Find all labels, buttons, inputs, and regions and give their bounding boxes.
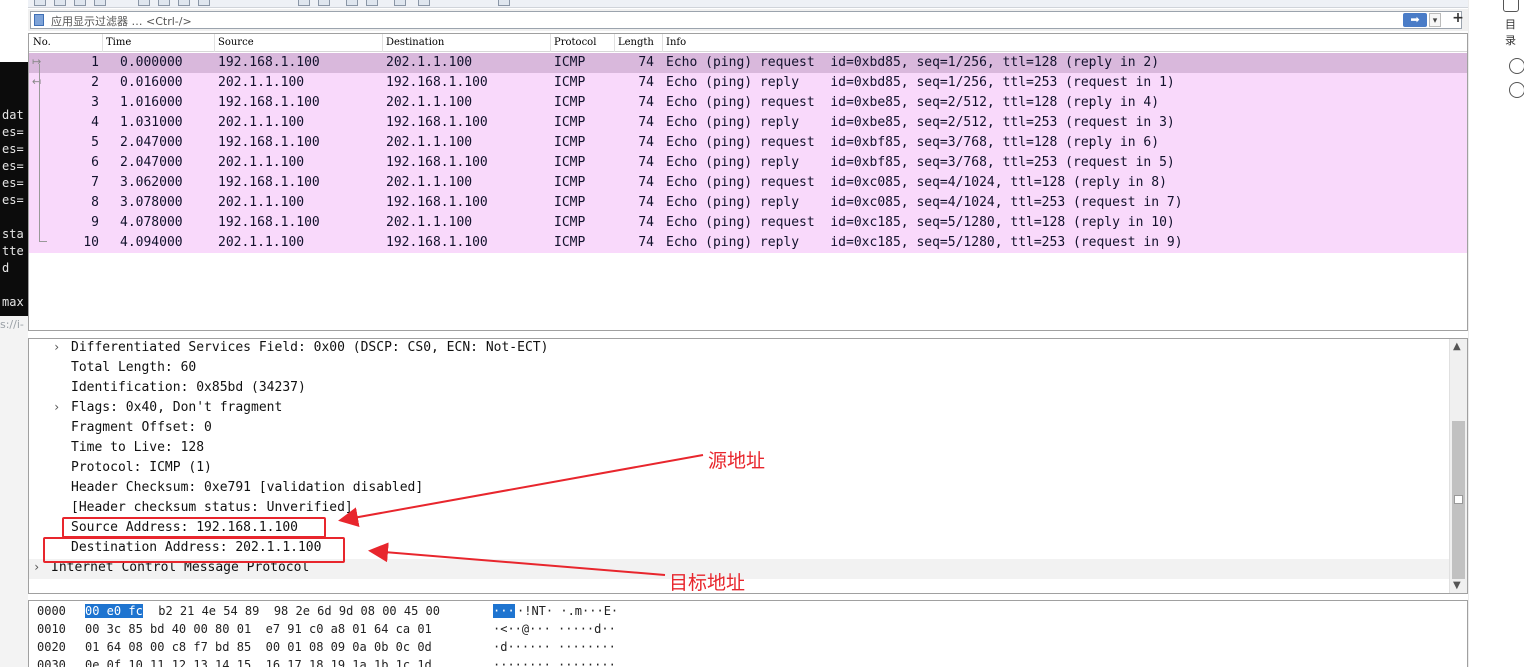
outline-label[interactable]: 目录	[1505, 16, 1524, 48]
side-panel: 目录	[1468, 0, 1524, 667]
destination-address-annotation: 目标地址	[669, 572, 746, 594]
source-arrow	[338, 454, 704, 528]
destination-arrow	[368, 542, 666, 576]
source-address-annotation: 源地址	[708, 450, 766, 472]
cup-icon[interactable]	[1509, 82, 1524, 98]
clock-icon[interactable]	[1509, 58, 1524, 74]
annotation-arrows	[338, 454, 704, 576]
outline-icon[interactable]	[1503, 0, 1519, 12]
